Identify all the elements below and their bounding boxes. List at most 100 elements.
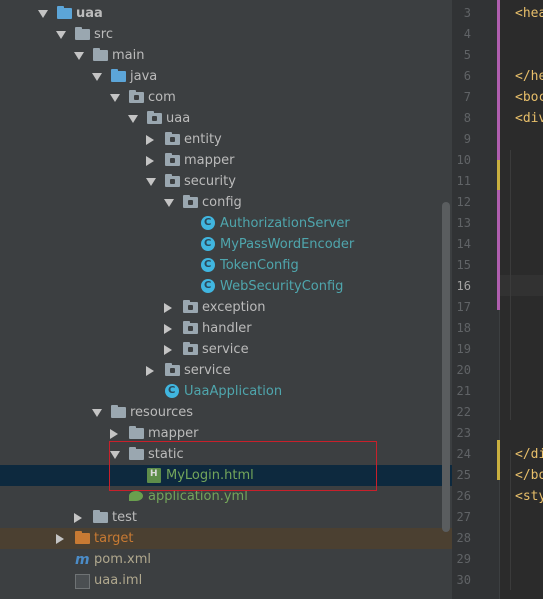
tree-item-label: uaa (76, 6, 103, 21)
line-number: 11 (456, 174, 471, 188)
folder-icon (93, 48, 108, 61)
chevron-right-icon[interactable] (146, 135, 154, 145)
tree-row-mapper[interactable]: mapper (0, 423, 452, 444)
line-number: 21 (456, 384, 471, 398)
tree-row-uaaapplication[interactable]: UaaApplication (0, 381, 452, 402)
tree-row-java[interactable]: java (0, 66, 452, 87)
line-number: 19 (456, 342, 471, 356)
tree-row-mylogin-html[interactable]: MyLogin.html (0, 465, 452, 486)
class-icon (201, 279, 215, 293)
tree-row-security[interactable]: security (0, 171, 452, 192)
line-number: 9 (463, 132, 471, 146)
line-number: 8 (463, 111, 471, 125)
tree-item-label: uaa.iml (94, 573, 143, 588)
tree-row-handler[interactable]: handler (0, 318, 452, 339)
tree-item-label: src (94, 27, 113, 42)
maven-icon: m (75, 552, 90, 568)
line-number: 16 (456, 279, 471, 293)
chevron-right-icon[interactable] (164, 345, 172, 355)
chevron-right-icon[interactable] (74, 513, 82, 523)
code-line: </di (515, 447, 543, 462)
package-icon (129, 90, 144, 103)
line-number: 23 (456, 426, 471, 440)
tree-item-label: WebSecurityConfig (220, 279, 344, 294)
folder-icon (75, 27, 90, 40)
tree-row-authorizationserver[interactable]: AuthorizationServer (0, 213, 452, 234)
chevron-down-icon[interactable] (56, 31, 66, 39)
tree-row-config[interactable]: config (0, 192, 452, 213)
tree-row-mypasswordencoder[interactable]: MyPassWordEncoder (0, 234, 452, 255)
chevron-down-icon[interactable] (110, 94, 120, 102)
tree-row-com[interactable]: com (0, 87, 452, 108)
tree-item-label: pom.xml (94, 552, 151, 567)
code-line: <div (515, 111, 543, 126)
tree-row-uaa[interactable]: uaa (0, 108, 452, 129)
tree-item-label: config (202, 195, 242, 210)
tree-row-pom-xml[interactable]: m pom.xml (0, 549, 452, 570)
tree-row-main[interactable]: main (0, 45, 452, 66)
iml-file-icon (75, 574, 90, 589)
tree-row-application-yml[interactable]: application.yml (0, 486, 452, 507)
chevron-down-icon[interactable] (74, 52, 84, 60)
line-number: 14 (456, 237, 471, 251)
code-line: </bo (515, 468, 543, 483)
package-icon (183, 195, 198, 208)
line-number: 24 (456, 447, 471, 461)
tree-item-label: java (130, 69, 158, 84)
line-number: 4 (463, 27, 471, 41)
chevron-right-icon[interactable] (164, 324, 172, 334)
indent-guide (510, 150, 511, 420)
tree-row-uaa-iml[interactable]: uaa.iml (0, 570, 452, 591)
tree-row-exception[interactable]: exception (0, 297, 452, 318)
tree-item-label: test (112, 510, 137, 525)
yml-file-icon (129, 491, 143, 501)
tree-row-entity[interactable]: entity (0, 129, 452, 150)
tree-row-test[interactable]: test (0, 507, 452, 528)
tree-row-target[interactable]: target (0, 528, 452, 549)
line-number: 27 (456, 510, 471, 524)
tree-row-static[interactable]: static (0, 444, 452, 465)
tree-row-uaa[interactable]: uaa (0, 3, 452, 24)
tree-row-service[interactable]: service (0, 360, 452, 381)
springboot-class-icon (165, 384, 179, 398)
package-icon (147, 111, 162, 124)
line-number: 7 (463, 90, 471, 104)
chevron-right-icon[interactable] (56, 534, 64, 544)
html-file-icon (147, 468, 161, 483)
tree-item-label: security (184, 174, 236, 189)
chevron-down-icon[interactable] (92, 73, 102, 81)
line-number: 17 (456, 300, 471, 314)
chevron-down-icon[interactable] (110, 451, 120, 459)
chevron-right-icon[interactable] (110, 429, 118, 439)
tree-row-src[interactable]: src (0, 24, 452, 45)
tree-item-label: UaaApplication (184, 384, 283, 399)
package-icon (183, 321, 198, 334)
tree-row-websecurityconfig[interactable]: WebSecurityConfig (0, 276, 452, 297)
tree-item-label: service (184, 363, 231, 378)
tree-row-mapper[interactable]: mapper (0, 150, 452, 171)
code-line: <boc (515, 90, 543, 105)
tree-row-tokenconfig[interactable]: TokenConfig (0, 255, 452, 276)
package-icon (165, 363, 180, 376)
tree-row-resources[interactable]: resources (0, 402, 452, 423)
chevron-down-icon[interactable] (38, 10, 48, 18)
class-icon (201, 237, 215, 251)
package-icon (165, 153, 180, 166)
source-folder-icon (111, 69, 126, 82)
chevron-down-icon[interactable] (92, 409, 102, 417)
tree-item-label: target (94, 531, 134, 546)
code-line: <sty (515, 489, 543, 504)
chevron-down-icon[interactable] (128, 115, 138, 123)
chevron-right-icon[interactable] (146, 366, 154, 376)
chevron-down-icon[interactable] (164, 199, 174, 207)
tree-item-label: handler (202, 321, 252, 336)
code-editor[interactable]: <hea </he <boc <div </di </bo <sty (500, 0, 543, 599)
chevron-down-icon[interactable] (146, 178, 156, 186)
indent-guide (510, 450, 511, 590)
chevron-right-icon[interactable] (164, 303, 172, 313)
tree-item-label: mapper (148, 426, 199, 441)
tree-item-label: TokenConfig (220, 258, 299, 273)
tree-row-service[interactable]: service (0, 339, 452, 360)
line-number: 20 (456, 363, 471, 377)
chevron-right-icon[interactable] (146, 156, 154, 166)
